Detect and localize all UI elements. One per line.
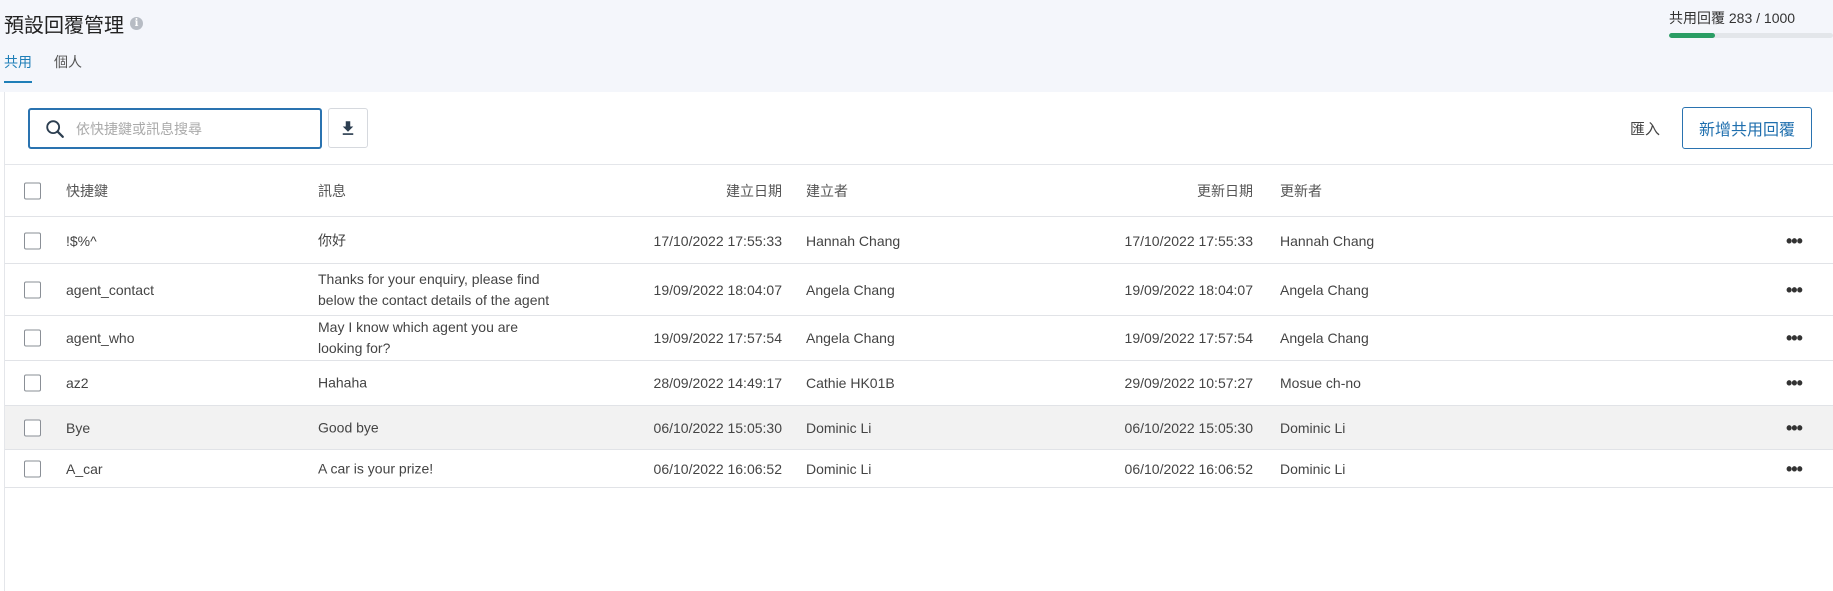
row-created-date: 06/10/2022 16:06:52: [653, 460, 782, 477]
row-creator: Dominic Li: [806, 419, 872, 436]
row-updater: Angela Chang: [1280, 330, 1369, 346]
page-title-text: 預設回覆管理: [4, 15, 124, 37]
tab-bar: 共用 個人: [4, 52, 104, 83]
row-created-date: 19/09/2022 17:57:54: [653, 330, 782, 346]
page-title: 預設回覆管理 i: [4, 9, 143, 38]
quota-text: 共用回覆 283 / 1000: [1669, 10, 1796, 26]
row-shortcut: agent_contact: [66, 281, 154, 298]
table-row[interactable]: agent_contact Thanks for your enquiry, p…: [5, 264, 1833, 316]
row-updated-date: 06/10/2022 15:05:30: [1124, 419, 1253, 436]
table-row[interactable]: az2 Hahaha 28/09/2022 14:49:17 Cathie HK…: [5, 361, 1833, 406]
row-shortcut: agent_who: [66, 330, 135, 346]
row-created-date: 06/10/2022 15:05:30: [653, 419, 782, 436]
column-header-creator[interactable]: 建立者: [806, 181, 848, 201]
more-options-icon[interactable]: •••: [1786, 419, 1803, 437]
more-options-icon[interactable]: •••: [1786, 281, 1803, 299]
import-button[interactable]: 匯入: [1630, 118, 1660, 139]
quota-indicator: 共用回覆 283 / 1000: [1669, 8, 1833, 38]
row-message: 你好: [318, 232, 346, 248]
row-creator: Dominic Li: [806, 460, 872, 477]
row-creator: Angela Chang: [806, 281, 895, 298]
row-creator: Angela Chang: [806, 330, 895, 346]
row-updater: Mosue ch-no: [1280, 375, 1361, 391]
table-row[interactable]: A_car A car is your prize! 06/10/2022 16…: [5, 450, 1833, 488]
row-updated-date: 19/09/2022 17:57:54: [1124, 330, 1253, 346]
tab-shared[interactable]: 共用: [4, 52, 32, 83]
column-header-created-date[interactable]: 建立日期: [726, 181, 782, 201]
row-message: A car is your prize!: [318, 460, 434, 476]
row-checkbox[interactable]: [24, 232, 41, 249]
search-input[interactable]: [76, 120, 296, 137]
download-icon: [342, 121, 354, 135]
more-options-icon[interactable]: •••: [1786, 374, 1803, 392]
tab-personal[interactable]: 個人: [54, 52, 82, 83]
row-checkbox[interactable]: [24, 460, 41, 477]
row-updated-date: 29/09/2022 10:57:27: [1124, 375, 1253, 391]
more-options-icon[interactable]: •••: [1786, 329, 1803, 347]
row-updated-date: 19/09/2022 18:04:07: [1124, 281, 1253, 298]
row-created-date: 19/09/2022 18:04:07: [653, 281, 782, 298]
info-icon[interactable]: i: [130, 17, 143, 30]
row-creator: Hannah Chang: [806, 232, 901, 249]
row-created-date: 28/09/2022 14:49:17: [653, 375, 782, 391]
more-options-icon[interactable]: •••: [1786, 460, 1803, 478]
row-shortcut: Bye: [66, 419, 91, 436]
search-box[interactable]: [28, 108, 322, 149]
search-icon: [46, 119, 64, 138]
select-all-checkbox[interactable]: [24, 182, 41, 199]
add-shared-reply-button[interactable]: 新增共用回覆: [1682, 107, 1812, 149]
column-header-updater[interactable]: 更新者: [1280, 181, 1322, 201]
row-updated-date: 17/10/2022 17:55:33: [1124, 232, 1253, 249]
row-updated-date: 06/10/2022 16:06:52: [1124, 460, 1253, 477]
row-checkbox[interactable]: [24, 281, 41, 298]
table-row[interactable]: agent_who May I know which agent you are…: [5, 316, 1833, 361]
quota-progress-bar: [1669, 33, 1833, 38]
quota-progress-fill: [1669, 33, 1716, 38]
more-options-icon[interactable]: •••: [1786, 232, 1803, 250]
row-shortcut: !$%^: [66, 232, 97, 249]
row-updater: Hannah Chang: [1280, 232, 1375, 249]
row-checkbox[interactable]: [24, 374, 41, 392]
row-shortcut: az2: [66, 375, 89, 391]
row-checkbox[interactable]: [24, 419, 41, 436]
table-row[interactable]: !$%^ 你好 17/10/2022 17:55:33 Hannah Chang…: [5, 218, 1833, 264]
column-header-shortcut[interactable]: 快捷鍵: [66, 181, 108, 201]
row-created-date: 17/10/2022 17:55:33: [653, 232, 782, 249]
row-message: Thanks for your enquiry, please find bel…: [318, 270, 550, 308]
row-message: Hahaha: [318, 374, 368, 391]
row-message: Good bye: [318, 419, 379, 435]
column-header-message[interactable]: 訊息: [318, 181, 346, 201]
page-header: 預設回覆管理 i 共用 個人 共用回覆 283 / 1000: [0, 0, 1833, 92]
row-shortcut: A_car: [66, 460, 103, 477]
main-panel: 匯入 新增共用回覆 快捷鍵 訊息 建立日期 建立者 更新日期 更新者 !$%^ …: [4, 92, 1833, 591]
download-button[interactable]: [328, 108, 368, 148]
row-updater: Dominic Li: [1280, 460, 1346, 477]
row-updater: Dominic Li: [1280, 419, 1346, 436]
row-checkbox[interactable]: [24, 329, 41, 347]
row-creator: Cathie HK01B: [806, 375, 895, 391]
row-message: May I know which agent you are looking f…: [318, 319, 518, 356]
column-header-updated-date[interactable]: 更新日期: [1197, 181, 1253, 201]
table-header: 快捷鍵 訊息 建立日期 建立者 更新日期 更新者: [5, 165, 1833, 217]
table-row[interactable]: Bye Good bye 06/10/2022 15:05:30 Dominic…: [5, 406, 1833, 450]
row-updater: Angela Chang: [1280, 281, 1369, 298]
